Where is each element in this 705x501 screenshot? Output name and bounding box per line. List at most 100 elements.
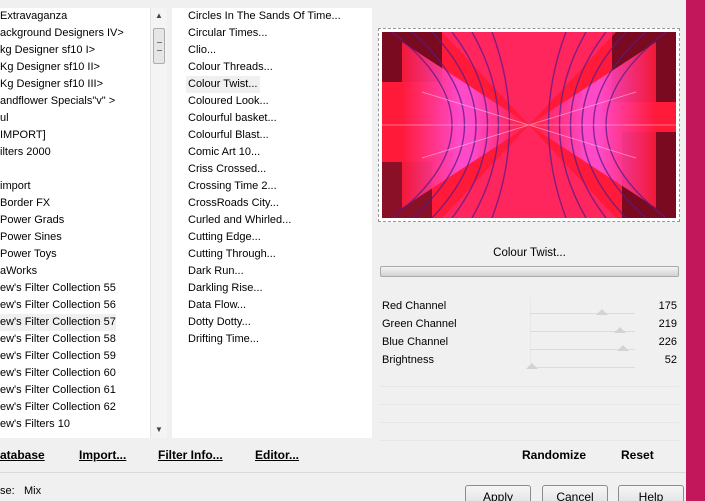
filter-item[interactable]: Circular Times... — [186, 25, 269, 42]
filter-item[interactable]: Colour Threads... — [186, 59, 275, 76]
category-item-label: Border FX — [0, 197, 51, 209]
scroll-up-arrow-icon[interactable]: ▲ — [151, 8, 167, 24]
filter-item[interactable]: Colourful basket... — [186, 110, 279, 127]
filter-item[interactable]: Colourful Blast... — [186, 127, 271, 144]
category-item-label: Kg Designer sf10 II> — [0, 61, 100, 73]
preview-frame — [378, 28, 680, 222]
filters-unlimited-dialog: Extravaganza ackground Designers IV> kg De… — [0, 0, 686, 501]
empty-param-row — [380, 387, 679, 405]
import-button[interactable]: Import... — [79, 447, 126, 463]
category-item-label: Power Toys — [0, 248, 57, 260]
filter-item[interactable]: Comic Art 10... — [186, 144, 262, 161]
param-value: 52 — [664, 354, 677, 366]
category-item-label: ackground Designers IV> — [0, 27, 124, 39]
category-item[interactable]: ew's Filter Collection 58 — [0, 331, 116, 348]
filter-item[interactable]: Criss Crossed... — [186, 161, 268, 178]
param-slider-track[interactable] — [530, 313, 635, 314]
scroll-thumb[interactable] — [153, 28, 165, 64]
preview-image — [382, 32, 676, 218]
category-item[interactable]: ew's Filter Collection 62 — [0, 399, 116, 416]
category-item[interactable]: Power Toys — [0, 246, 57, 263]
category-item[interactable]: import — [0, 178, 31, 195]
category-item[interactable]: ilters 2000 — [0, 144, 51, 161]
filter-item[interactable]: Colour Twist... — [186, 76, 260, 93]
filter-item[interactable]: Dark Run... — [186, 263, 246, 280]
filter-item[interactable]: Drifting Time... — [186, 331, 261, 348]
randomize-button[interactable]: Randomize — [522, 447, 586, 463]
param-name: Brightness — [382, 354, 434, 366]
category-item-label: ew's Filter Collection 56 — [0, 299, 116, 311]
category-item[interactable]: aWorks — [0, 263, 37, 280]
background-accent — [686, 0, 705, 501]
category-item-label: andflower Specials"v" > — [0, 95, 116, 107]
category-item-label: ew's Filter Collection 58 — [0, 333, 116, 345]
param-row[interactable]: Red Channel 175 — [380, 297, 679, 315]
category-scrollbar[interactable]: ▲ ▼ — [150, 8, 167, 438]
category-list[interactable]: Extravaganza ackground Designers IV> kg De… — [0, 8, 150, 438]
filter-item[interactable]: Cutting Edge... — [186, 229, 263, 246]
category-item[interactable]: ul — [0, 110, 9, 127]
param-slider-knob[interactable] — [526, 363, 539, 369]
filter-item[interactable]: Dotty Dotty... — [186, 314, 253, 331]
category-item-label: aWorks — [0, 265, 38, 277]
filter-list[interactable]: Circles In The Sands Of Time... Circular … — [172, 8, 372, 438]
empty-param-row — [380, 423, 679, 441]
category-item[interactable]: andflower Specials"v" > — [0, 93, 115, 110]
database-button[interactable]: atabase — [0, 447, 45, 463]
param-row[interactable]: Brightness 52 — [380, 351, 679, 369]
category-item[interactable]: ew's Filter Collection 59 — [0, 348, 116, 365]
filter-item[interactable]: Darkling Rise... — [186, 280, 265, 297]
category-item[interactable]: Power Grads — [0, 212, 64, 229]
category-item-label: ew's Filter Collection 60 — [0, 367, 116, 379]
param-name: Red Channel — [382, 300, 447, 312]
scroll-down-arrow-icon[interactable]: ▼ — [151, 422, 167, 438]
category-item[interactable]: ew's Filter Collection 61 — [0, 382, 116, 399]
cancel-button[interactable]: Cancel — [542, 485, 608, 501]
filter-item[interactable]: Clio... — [186, 42, 218, 59]
apply-button[interactable]: Apply — [465, 485, 531, 501]
empty-param-row — [380, 369, 679, 387]
category-item[interactable]: Extravaganza — [0, 8, 67, 25]
category-item-label: kg Designer sf10 I> — [0, 44, 96, 56]
reset-button[interactable]: Reset — [621, 447, 654, 463]
param-row[interactable]: Green Channel 219 — [380, 315, 679, 333]
category-item-label: ew's Filter Collection 55 — [0, 282, 116, 294]
help-button[interactable]: Help — [618, 485, 684, 501]
effect-name-label: Colour Twist... — [380, 242, 679, 264]
category-item-label: ew's Filter Collection 62 — [0, 401, 116, 413]
filter-item[interactable]: Coloured Look... — [186, 93, 271, 110]
filter-item[interactable]: Crossing Time 2... — [186, 178, 279, 195]
category-item[interactable]: ew's Filter Collection 55 — [0, 280, 116, 297]
param-slider-track[interactable] — [530, 367, 635, 368]
category-item[interactable]: ew's Filter Collection 56 — [0, 297, 116, 314]
category-item[interactable]: Power Sines — [0, 229, 62, 246]
param-value: 219 — [658, 318, 677, 330]
category-item[interactable]: ew's Filter Collection 60 — [0, 365, 116, 382]
param-value: 175 — [658, 300, 677, 312]
category-item-label: ew's Filters 10 — [0, 418, 70, 430]
category-item-label: ew's Filter Collection 61 — [0, 384, 116, 396]
editor-button[interactable]: Editor... — [255, 447, 299, 463]
category-item-label: ew's Filter Collection 59 — [0, 350, 116, 362]
category-item[interactable]: Kg Designer sf10 III> — [0, 76, 103, 93]
filter-item[interactable]: Circles In The Sands Of Time... — [186, 8, 343, 25]
filter-item[interactable]: Data Flow... — [186, 297, 248, 314]
category-item[interactable]: IMPORT] — [0, 127, 46, 144]
category-item-label: Power Grads — [0, 214, 65, 226]
category-item-label: IMPORT] — [0, 129, 46, 141]
category-item[interactable]: kg Designer sf10 I> — [0, 42, 95, 59]
category-item-label: Kg Designer sf10 III> — [0, 78, 104, 90]
filter-item[interactable]: Curled and Whirled... — [186, 212, 293, 229]
filter-info-button[interactable]: Filter Info... — [158, 447, 223, 463]
filter-item[interactable]: Cutting Through... — [186, 246, 278, 263]
category-item[interactable]: ew's Filters 10 — [0, 416, 70, 433]
param-row[interactable]: Blue Channel 226 — [380, 333, 679, 351]
category-item[interactable]: Border FX — [0, 195, 50, 212]
category-item-label: ilters 2000 — [0, 146, 51, 158]
category-item-label: ew's Filter Collection 57 — [0, 316, 116, 328]
category-item[interactable]: Kg Designer sf10 II> — [0, 59, 100, 76]
filter-item[interactable]: CrossRoads City... — [186, 195, 281, 212]
param-value: 226 — [658, 336, 677, 348]
category-item[interactable]: ew's Filter Collection 57 — [0, 314, 116, 331]
category-item[interactable]: ackground Designers IV> — [0, 25, 124, 42]
